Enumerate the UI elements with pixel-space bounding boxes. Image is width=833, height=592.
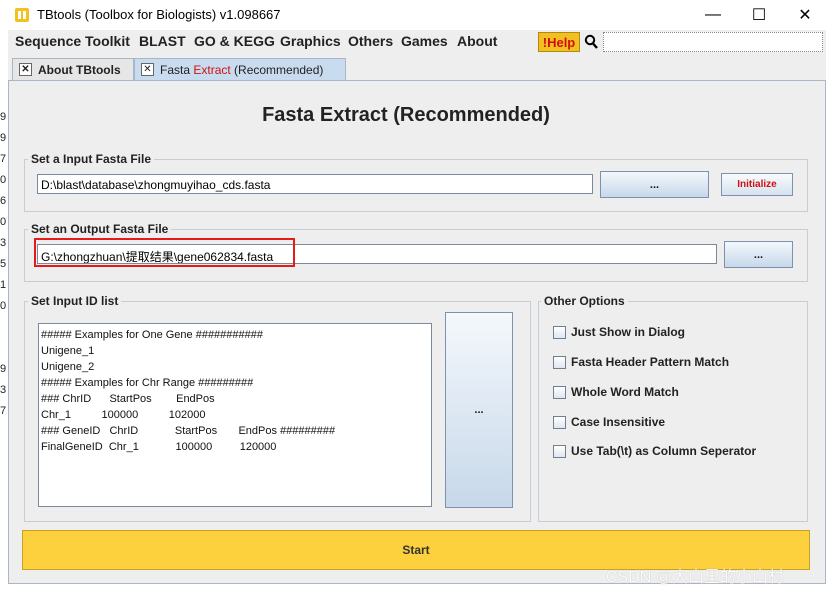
option-just-show-in-dialog[interactable]: Just Show in Dialog — [553, 325, 685, 339]
tab-fasta-label-highlight: Extract — [193, 62, 231, 77]
option-label: Fasta Header Pattern Match — [571, 355, 730, 369]
output-browse-button[interactable]: ... — [724, 241, 793, 268]
tab-fasta-label-suffix: (Recommended) — [230, 62, 324, 77]
id-list-line: Chr_1 100000 102000 — [41, 409, 206, 421]
title-bar: TBtools (Toolbox for Biologists) v1.0986… — [0, 0, 833, 30]
checkbox-whole-word-match[interactable] — [553, 385, 566, 399]
close-window-button[interactable]: ✕ — [782, 0, 828, 30]
id-list-browse-button[interactable]: ... — [445, 312, 513, 508]
search-input[interactable] — [603, 32, 823, 52]
background-fragment-digit: 1 — [0, 279, 7, 291]
menu-others[interactable]: Others — [348, 33, 393, 49]
option-label: Case Insensitive — [571, 415, 666, 429]
close-tab-icon[interactable]: ✕ — [19, 63, 32, 76]
checkbox-fasta-header-pattern-match[interactable] — [553, 355, 566, 369]
background-fragment-digit: 9 — [0, 132, 7, 144]
search-icon[interactable] — [584, 34, 598, 50]
help-button[interactable]: !Help — [538, 32, 580, 52]
input-fasta-group-title: Set a Input Fasta File — [28, 152, 155, 166]
background-fragment-digit: 7 — [0, 153, 7, 165]
background-fragment-digit: 9 — [0, 363, 7, 375]
menu-about[interactable]: About — [457, 33, 497, 49]
id-list-textarea[interactable]: ##### Examples for One Gene ########### … — [38, 323, 432, 507]
option-label: Just Show in Dialog — [571, 325, 686, 339]
window-title: TBtools (Toolbox for Biologists) v1.0986… — [37, 7, 281, 22]
id-list-line: ##### Examples for One Gene ########### — [41, 329, 263, 341]
close-tab-icon[interactable]: ✕ — [141, 63, 154, 76]
menu-go-kegg[interactable]: GO & KEGG — [194, 33, 275, 49]
menu-blast[interactable]: BLAST — [139, 33, 186, 49]
id-list-line: ##### Examples for Chr Range ######### — [41, 377, 254, 389]
output-fasta-group-title: Set an Output Fasta File — [28, 222, 172, 236]
background-fragment-digit: 6 — [0, 195, 7, 207]
other-options-group-title: Other Options — [541, 294, 628, 308]
highlight-annotation-box — [34, 238, 295, 267]
menu-games[interactable]: Games — [401, 33, 448, 49]
minimize-button[interactable]: — — [690, 0, 736, 30]
option-label: Use Tab(\t) as Column Seperator — [571, 444, 757, 458]
id-list-line: FinalGeneID Chr_1 100000 120000 — [41, 441, 277, 453]
input-fasta-path-field[interactable]: D:\blast\database\zhongmuyihao_cds.fasta — [37, 174, 593, 194]
background-fragment-digit: 7 — [0, 405, 7, 417]
option-whole-word-match[interactable]: Whole Word Match — [553, 385, 679, 399]
option-label: Whole Word Match — [571, 385, 679, 399]
maximize-button[interactable]: ☐ — [736, 0, 782, 30]
tab-strip: ✕ About TBtools ✕ Fasta Extract (Recomme… — [8, 54, 826, 80]
background-fragment-digit: 3 — [0, 237, 7, 249]
initialize-button[interactable]: Initialize — [721, 173, 793, 196]
id-list-line: ### ChrID StartPos EndPos — [41, 393, 215, 405]
id-list-line: Unigene_1 — [41, 345, 95, 357]
menu-graphics[interactable]: Graphics — [280, 33, 341, 49]
option-fasta-header-pattern-match[interactable]: Fasta Header Pattern Match — [553, 355, 729, 369]
tab-fasta-extract[interactable]: ✕ Fasta Extract (Recommended) — [134, 58, 346, 80]
background-fragment-digit: 5 — [0, 258, 7, 270]
menu-sequence-toolkit[interactable]: Sequence Toolkit — [15, 33, 130, 49]
background-fragment-digit: 9 — [0, 111, 7, 123]
checkbox-case-insensitive[interactable] — [553, 415, 566, 429]
csdn-watermark: CSDN @大山里的小山村 — [606, 569, 785, 586]
tab-about-label: About TBtools — [38, 62, 121, 77]
checkbox-just-show-in-dialog[interactable] — [553, 325, 566, 339]
id-list-line: Unigene_2 — [41, 361, 95, 373]
tab-about-tbtools[interactable]: ✕ About TBtools — [12, 58, 134, 80]
id-list-group-title: Set Input ID list — [28, 294, 122, 308]
background-fragment-digit: 3 — [0, 384, 7, 396]
option-case-insensitive[interactable]: Case Insensitive — [553, 415, 665, 429]
background-fragment-digit: 0 — [0, 216, 7, 228]
page-title: Fasta Extract (Recommended) — [262, 104, 550, 126]
tbtools-app-icon — [15, 8, 29, 22]
menu-bar: Sequence Toolkit BLAST GO & KEGG Graphic… — [8, 30, 826, 54]
input-browse-button[interactable]: ... — [600, 171, 709, 198]
background-fragment-digit: 0 — [0, 174, 7, 186]
checkbox-use-tab-separator[interactable] — [553, 444, 566, 458]
id-list-line: ### GeneID ChrID StartPos EndPos #######… — [41, 425, 336, 437]
background-fragment-digit: 0 — [0, 300, 7, 312]
option-use-tab-separator[interactable]: Use Tab(\t) as Column Seperator — [553, 444, 756, 458]
tab-fasta-label-prefix: Fasta — [160, 62, 194, 77]
